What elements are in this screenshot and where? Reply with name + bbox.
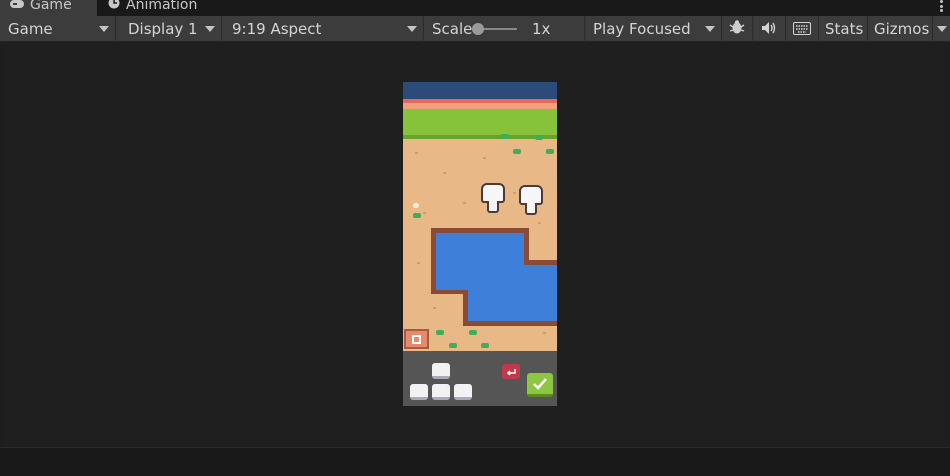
- undo-button[interactable]: [502, 364, 520, 379]
- sand-speck: [513, 192, 516, 194]
- sand-speck: [443, 172, 446, 174]
- sand-speck: [415, 152, 418, 154]
- scale-slider-handle[interactable]: [472, 23, 484, 35]
- clock-icon: [108, 0, 120, 13]
- tab-game[interactable]: Game: [0, 0, 97, 16]
- game-menu-button[interactable]: [404, 329, 429, 349]
- grass-tuft: [535, 135, 543, 140]
- display-label: Display 1: [128, 20, 198, 38]
- scale-control: Scale 1x: [424, 16, 585, 42]
- sand-speck: [463, 202, 466, 204]
- sand-speck: [538, 222, 541, 224]
- stats-button[interactable]: Stats: [819, 16, 868, 42]
- status-strip: [0, 447, 950, 476]
- tile-button[interactable]: [432, 363, 450, 379]
- audio-toggle-button[interactable]: [753, 16, 786, 42]
- chevron-down-icon: [99, 26, 109, 32]
- tab-animation[interactable]: Animation: [100, 0, 230, 16]
- chevron-down-icon: [705, 26, 715, 32]
- grass-strip: [403, 109, 557, 135]
- gizmos-dropdown[interactable]: [933, 16, 950, 42]
- sand-speck: [423, 212, 426, 214]
- bug-toggle-button[interactable]: [722, 16, 753, 42]
- pond-water: [524, 265, 557, 293]
- egg-item: [413, 203, 419, 208]
- scale-label: Scale: [432, 20, 473, 38]
- gizmos-label: Gizmos: [874, 20, 930, 38]
- tab-animation-label: Animation: [126, 0, 198, 13]
- keyboard-toggle-button[interactable]: [786, 16, 819, 42]
- gizmos-button[interactable]: Gizmos: [868, 16, 933, 42]
- view-mode-label: Game: [8, 20, 53, 38]
- display-dropdown[interactable]: Display 1: [120, 16, 222, 42]
- sky-band: [403, 82, 557, 99]
- ghost-character[interactable]: [481, 183, 505, 213]
- aspect-dropdown[interactable]: 9:19 Aspect: [224, 16, 424, 42]
- grass-tuft: [449, 343, 457, 348]
- play-mode-dropdown[interactable]: Play Focused: [585, 16, 722, 42]
- game-render[interactable]: [403, 82, 557, 406]
- grass-tuft: [546, 149, 554, 154]
- sand-speck: [417, 262, 420, 264]
- chevron-down-icon: [407, 26, 417, 32]
- tab-game-label: Game: [30, 0, 72, 13]
- sand-speck: [543, 332, 546, 334]
- grass-tuft: [501, 134, 509, 139]
- tile-button[interactable]: [410, 384, 428, 400]
- scale-value: 1x: [532, 20, 551, 38]
- game-ui-panel: [403, 351, 557, 406]
- scale-slider-track[interactable]: [479, 28, 517, 30]
- ghost-character[interactable]: [519, 185, 543, 215]
- sand-speck: [483, 157, 486, 159]
- view-mode-dropdown[interactable]: Game: [0, 16, 116, 42]
- chevron-down-icon: [937, 26, 947, 32]
- stats-label: Stats: [825, 20, 864, 38]
- tile-button[interactable]: [454, 384, 472, 400]
- grass-tuft: [513, 149, 521, 154]
- bug-icon: [729, 19, 745, 39]
- speaker-icon: [761, 20, 777, 39]
- keyboard-icon: [793, 20, 811, 39]
- grass-tuft: [436, 330, 444, 335]
- tab-strip: Game Animation: [0, 0, 950, 16]
- kebab-menu-icon[interactable]: [940, 0, 944, 12]
- grass-tuft: [469, 330, 477, 335]
- confirm-button[interactable]: [527, 373, 553, 397]
- chevron-down-icon: [205, 26, 215, 32]
- aspect-label: 9:19 Aspect: [232, 20, 322, 38]
- play-mode-label: Play Focused: [593, 20, 691, 38]
- grass-tuft: [481, 343, 489, 348]
- grass-tuft: [413, 213, 421, 218]
- gamepad-icon: [10, 0, 24, 13]
- sand-speck: [433, 307, 436, 309]
- game-toolbar: Game Display 1 9:19 Aspect Scale 1x Play…: [0, 16, 950, 42]
- tile-button[interactable]: [432, 384, 450, 400]
